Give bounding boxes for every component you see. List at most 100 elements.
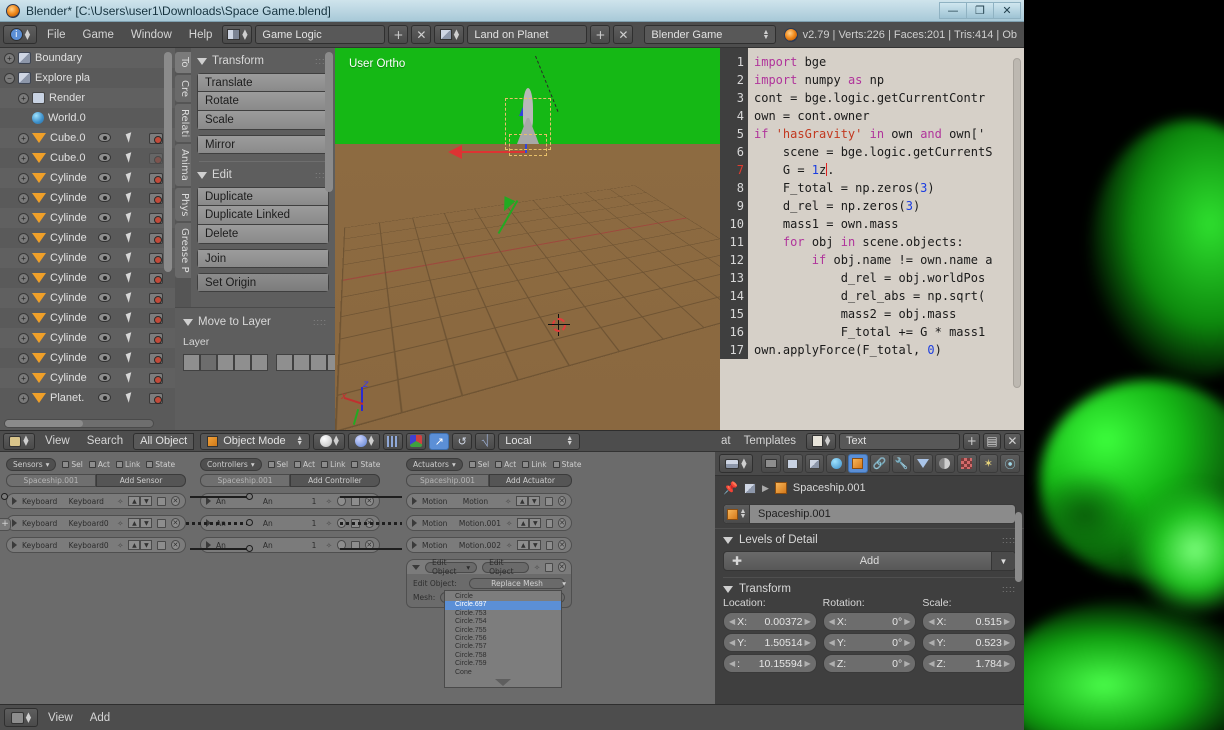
- eye-icon[interactable]: [98, 252, 111, 262]
- brick-name[interactable]: An: [263, 497, 307, 506]
- code-line[interactable]: if obj.name != own.name a: [754, 251, 1024, 269]
- snap-during-transform-toggle[interactable]: [383, 432, 404, 450]
- camera-render-icon[interactable]: [149, 172, 163, 184]
- pin-icon[interactable]: ✧: [326, 519, 332, 528]
- camera-render-icon[interactable]: [149, 312, 163, 324]
- brick-name[interactable]: Keyboard0: [69, 519, 112, 528]
- duplicate-button[interactable]: Duplicate: [197, 187, 329, 206]
- expand-arrow-icon[interactable]: [412, 519, 417, 527]
- increment-arrow-icon[interactable]: ▶: [1004, 638, 1010, 647]
- camera-render-icon[interactable]: [149, 352, 163, 364]
- code-line[interactable]: import numpy as np: [754, 71, 1024, 89]
- pin-icon[interactable]: 📌: [723, 481, 738, 495]
- expand-toggle[interactable]: +: [18, 352, 29, 364]
- pin-icon[interactable]: ✧: [534, 563, 540, 572]
- translate-manipulator-button[interactable]: ↗: [429, 432, 450, 450]
- tool-tab-grease-p[interactable]: Grease P: [175, 223, 191, 278]
- expand-toggle[interactable]: +: [18, 212, 29, 224]
- brick-enable-checkbox[interactable]: [157, 496, 166, 506]
- viewport-shading-selector[interactable]: ▲ ▼: [313, 432, 346, 450]
- link-node[interactable]: [1, 493, 8, 500]
- expand-toggle[interactable]: −: [4, 72, 15, 84]
- expand-toggle[interactable]: +: [18, 232, 29, 244]
- delete-brick-button[interactable]: ✕: [170, 540, 181, 550]
- editor-type-selector[interactable]: i ▲ ▼: [3, 25, 37, 44]
- controllers-type-dropdown[interactable]: Controllers ▾: [200, 458, 262, 471]
- expand-toggle[interactable]: +: [18, 192, 29, 204]
- brick-name[interactable]: Keyboard0: [69, 541, 112, 550]
- camera-render-icon[interactable]: [149, 392, 163, 404]
- eye-icon[interactable]: [98, 292, 111, 302]
- move-up-down-buttons[interactable]: ▲ ▼: [128, 496, 153, 506]
- mesh-dropdown-item[interactable]: Circle.755: [445, 627, 561, 635]
- expand-toggle[interactable]: +: [18, 132, 29, 144]
- manipulator-x-arrowhead[interactable]: [448, 145, 462, 159]
- sensors-filter-state[interactable]: State: [146, 460, 175, 469]
- brick-name[interactable]: Motion.002: [459, 541, 501, 550]
- code-line[interactable]: mass1 = own.mass: [754, 215, 1024, 233]
- tab-object[interactable]: [848, 454, 868, 473]
- actuator-brick[interactable]: Motion Motion ✧ ▲ ▼ ✕: [406, 493, 572, 509]
- cursor-select-icon[interactable]: [125, 251, 135, 263]
- object-name-field[interactable]: ▲ ▼ Spaceship.001: [723, 504, 1016, 524]
- outliner-scrollbar-horizontal[interactable]: [4, 419, 154, 428]
- pin-icon[interactable]: ✧: [506, 541, 512, 550]
- cursor-select-icon[interactable]: [125, 171, 135, 183]
- expand-toggle[interactable]: +: [18, 252, 29, 264]
- expand-toggle[interactable]: +: [18, 272, 29, 284]
- actuators-type-dropdown[interactable]: Actuators ▾: [406, 458, 463, 471]
- controller-brick[interactable]: AnAn1✧✕: [200, 537, 380, 553]
- text-menu-format[interactable]: at: [718, 433, 734, 449]
- outliner-row[interactable]: + Cube.0: [0, 128, 175, 148]
- expand-arrow-icon[interactable]: [12, 497, 17, 505]
- sensor-brick[interactable]: Keyboard Keyboard0 ✧ ▲ ▼ ✕: [6, 515, 186, 531]
- code-area[interactable]: 1 2 3 4 5 6 7 8 9 10 11 12 13 14 15 16 17 import bge impo…: [720, 48, 1024, 359]
- eye-icon[interactable]: [98, 372, 111, 382]
- sensor-brick[interactable]: Keyboard Keyboard0 ✧ ▲ ▼ ✕: [6, 537, 186, 553]
- actuator-brick[interactable]: Motion Motion.001 ✧ ▲ ▼ ✕: [406, 515, 572, 531]
- text-menu-templates[interactable]: Templates: [737, 433, 803, 449]
- outliner-row[interactable]: + Cylinde: [0, 188, 175, 208]
- tab-constraints[interactable]: 🔗: [869, 454, 890, 473]
- bottom-menu-add[interactable]: Add: [83, 710, 117, 726]
- rotation-field[interactable]: ◀ X: 0° ▶: [822, 612, 917, 631]
- expand-toggle[interactable]: +: [4, 52, 15, 64]
- expand-toggle[interactable]: +: [18, 312, 29, 324]
- pin-icon[interactable]: ✧: [505, 497, 511, 506]
- eye-icon[interactable]: [98, 172, 111, 182]
- menu-file[interactable]: File: [40, 27, 73, 43]
- expand-toggle[interactable]: +: [18, 92, 29, 104]
- sensors-filter-link[interactable]: Link: [115, 460, 140, 469]
- add-layout-button[interactable]: +: [388, 25, 409, 44]
- actuators-filter-sel[interactable]: Sel: [468, 460, 489, 469]
- rotate-manipulator-button[interactable]: ↺: [452, 432, 473, 450]
- tab-particles[interactable]: ✶: [978, 454, 999, 473]
- sensors-filter-sel[interactable]: Sel: [62, 460, 83, 469]
- panel-header-transform[interactable]: Transform ::::: [197, 55, 329, 67]
- actuators-filter-state[interactable]: State: [552, 460, 581, 469]
- code-line[interactable]: for obj in scene.objects:: [754, 233, 1024, 251]
- layer-cell[interactable]: [217, 354, 234, 371]
- mesh-dropdown-item[interactable]: Cone: [445, 669, 561, 677]
- code-line[interactable]: F_total += G * mass1: [754, 323, 1024, 341]
- dropdown-more-arrow-icon[interactable]: [495, 679, 511, 686]
- text-datablock-selector[interactable]: ▲ ▼: [806, 432, 837, 450]
- manipulator-toggle[interactable]: [406, 432, 427, 450]
- tool-tab-anima[interactable]: Anima: [175, 143, 191, 186]
- mesh-dropdown-item[interactable]: Circle.756: [445, 635, 561, 643]
- code-line[interactable]: mass2 = obj.mass: [754, 305, 1024, 323]
- restrict-toggles[interactable]: [98, 311, 163, 324]
- restrict-toggles[interactable]: [98, 251, 163, 264]
- outliner-row[interactable]: World.0: [0, 108, 175, 128]
- scale-field[interactable]: ◀ Z: 1.784 ▶: [922, 654, 1017, 673]
- outliner-row[interactable]: + Render: [0, 88, 175, 108]
- mirror-button[interactable]: Mirror: [197, 135, 329, 154]
- delete-brick-button[interactable]: ✕: [558, 518, 566, 528]
- expand-toggle[interactable]: +: [18, 372, 29, 384]
- cursor-select-icon[interactable]: [125, 371, 135, 383]
- set-origin-button[interactable]: Set Origin: [197, 273, 329, 292]
- add-sensor-button[interactable]: Add Sensor: [96, 474, 186, 487]
- camera-render-icon[interactable]: [149, 372, 163, 384]
- sensor-brick[interactable]: Keyboard Keyboard ✧ ▲ ▼ ✕: [6, 493, 186, 509]
- camera-render-icon[interactable]: [149, 332, 163, 344]
